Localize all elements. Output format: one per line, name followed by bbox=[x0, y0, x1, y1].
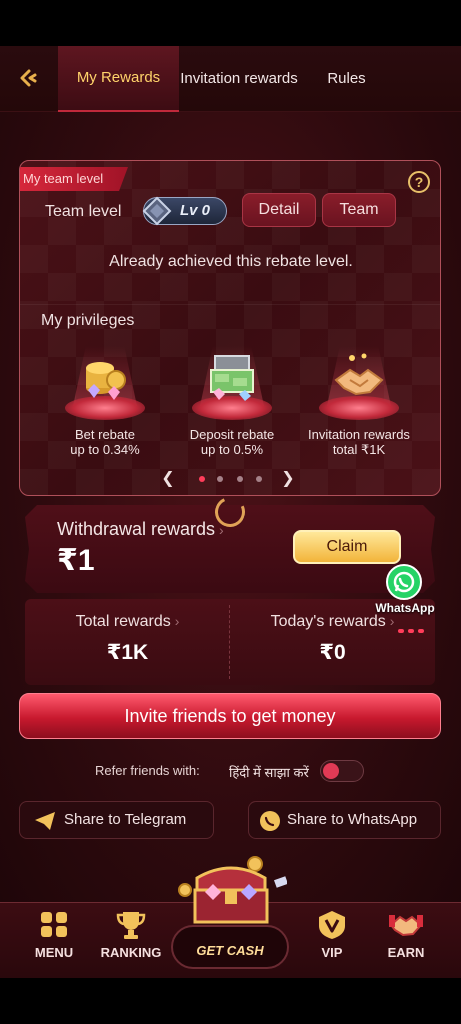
chevron-right-icon[interactable]: ❯ bbox=[280, 469, 296, 489]
privilege-deposit-rebate: Deposit rebate up to 0.5% bbox=[170, 346, 294, 466]
nav-get-cash[interactable]: GET CASH bbox=[171, 925, 289, 969]
level-badge-text: Lv 0 bbox=[180, 202, 211, 219]
hindi-share-label: हिंदी में साझा करें bbox=[229, 765, 309, 780]
rebate-message: Already achieved this rebate level. bbox=[109, 253, 353, 270]
privilege-label: Invitation rewards total ₹1K bbox=[297, 427, 421, 457]
whatsapp-label: WhatsApp bbox=[375, 601, 435, 615]
handshake-icon bbox=[389, 915, 423, 937]
whatsapp-icon bbox=[260, 811, 280, 831]
back-arrow-icon bbox=[20, 69, 37, 86]
rewards-content: My team level ? Team level Lv 0 Detail T… bbox=[0, 112, 461, 902]
privilege-value: up to 0.5% bbox=[200, 442, 264, 457]
nav-menu[interactable]: MENU bbox=[20, 903, 88, 979]
claim-button[interactable]: Claim bbox=[293, 530, 401, 564]
telegram-icon bbox=[35, 812, 55, 830]
nav-earn-label: EARN bbox=[387, 945, 425, 960]
carousel-dot[interactable] bbox=[217, 476, 223, 482]
menu-grid-icon bbox=[41, 912, 67, 937]
status-bar bbox=[0, 0, 461, 46]
detail-button[interactable]: Detail bbox=[242, 193, 316, 227]
privilege-title: Deposit rebate bbox=[189, 427, 275, 442]
privilege-title: Invitation rewards bbox=[308, 427, 410, 442]
coins-gems-icon bbox=[86, 362, 126, 400]
carousel-dot-active[interactable] bbox=[199, 476, 205, 482]
privilege-value: up to 0.34% bbox=[70, 442, 140, 457]
total-rewards-label-text: Total rewards bbox=[75, 613, 171, 630]
chevron-left-icon[interactable]: ❮ bbox=[160, 469, 176, 489]
nav-earn[interactable]: EARN bbox=[372, 903, 440, 979]
whatsapp-float-button[interactable]: WhatsApp bbox=[368, 564, 442, 636]
privilege-title: Bet rebate bbox=[75, 427, 135, 442]
team-level-tag: My team level bbox=[20, 167, 128, 191]
back-button[interactable] bbox=[0, 46, 58, 112]
refer-label: Refer friends with: bbox=[95, 763, 200, 778]
total-rewards-label: Total rewards › bbox=[25, 613, 230, 631]
privileges-title: My privileges bbox=[41, 312, 135, 329]
system-navigation-bar bbox=[0, 978, 461, 1024]
handshake-icon bbox=[334, 353, 384, 396]
chevron-right-icon: › bbox=[174, 613, 180, 629]
nav-ranking-label: RANKING bbox=[100, 945, 162, 960]
treasure-chest-icon bbox=[178, 856, 287, 924]
withdrawal-title[interactable]: Withdrawal rewards › bbox=[57, 519, 224, 540]
nav-menu-label: MENU bbox=[34, 945, 74, 960]
privilege-label: Deposit rebate up to 0.5% bbox=[170, 427, 294, 457]
share-whatsapp-button[interactable]: Share to WhatsApp bbox=[248, 801, 441, 839]
toggle-knob bbox=[323, 763, 339, 779]
refer-row: Refer friends with: हिंदी में साझा करें bbox=[0, 760, 461, 784]
help-icon[interactable]: ? bbox=[408, 171, 430, 193]
trophy-icon bbox=[116, 912, 146, 939]
share-whatsapp-label: Share to WhatsApp bbox=[287, 811, 418, 828]
money-chest-icon bbox=[210, 355, 254, 401]
team-button[interactable]: Team bbox=[322, 193, 396, 227]
tab-rules[interactable]: Rules bbox=[299, 46, 394, 112]
whatsapp-glyph-icon bbox=[393, 571, 415, 593]
todays-rewards-value: ₹0 bbox=[319, 641, 346, 664]
privilege-value: total ₹1K bbox=[332, 442, 386, 457]
privilege-label: Bet rebate up to 0.34% bbox=[43, 427, 167, 457]
level-badge: Lv 0 bbox=[142, 196, 227, 226]
withdrawal-amount: ₹1 bbox=[57, 544, 95, 577]
tab-my-rewards[interactable]: My Rewards bbox=[58, 45, 179, 112]
whatsapp-icon bbox=[386, 564, 422, 600]
carousel-dot[interactable] bbox=[256, 476, 262, 482]
nav-get-cash-label: GET CASH bbox=[196, 943, 264, 958]
top-tab-bar: My Rewards Invitation rewards Rules bbox=[0, 45, 461, 112]
withdrawal-title-text: Withdrawal rewards bbox=[57, 519, 216, 539]
carousel-dot[interactable] bbox=[237, 476, 243, 482]
hindi-share-toggle[interactable] bbox=[320, 760, 364, 782]
divider bbox=[20, 304, 440, 305]
invite-friends-button[interactable]: Invite friends to get money bbox=[19, 693, 441, 739]
team-level-label: Team level bbox=[45, 203, 122, 220]
team-level-card: My team level ? Team level Lv 0 Detail T… bbox=[19, 160, 441, 496]
nav-vip[interactable]: VIP bbox=[298, 903, 366, 979]
privilege-invitation-rewards: Invitation rewards total ₹1K bbox=[297, 346, 421, 466]
total-rewards-value: ₹1K bbox=[106, 641, 149, 664]
share-telegram-button[interactable]: Share to Telegram bbox=[19, 801, 214, 839]
privilege-bet-rebate: Bet rebate up to 0.34% bbox=[43, 346, 167, 466]
tab-invitation-rewards[interactable]: Invitation rewards bbox=[179, 46, 299, 112]
privileges-carousel: ❮ ❯ bbox=[160, 469, 300, 489]
loading-dots-icon bbox=[398, 629, 424, 633]
vip-shield-icon bbox=[319, 911, 345, 939]
diamond-icon bbox=[142, 196, 172, 226]
nav-vip-label: VIP bbox=[321, 945, 343, 960]
share-telegram-label: Share to Telegram bbox=[64, 811, 187, 828]
nav-ranking[interactable]: RANKING bbox=[96, 903, 166, 979]
total-rewards[interactable]: Total rewards › ₹1K bbox=[25, 599, 230, 685]
